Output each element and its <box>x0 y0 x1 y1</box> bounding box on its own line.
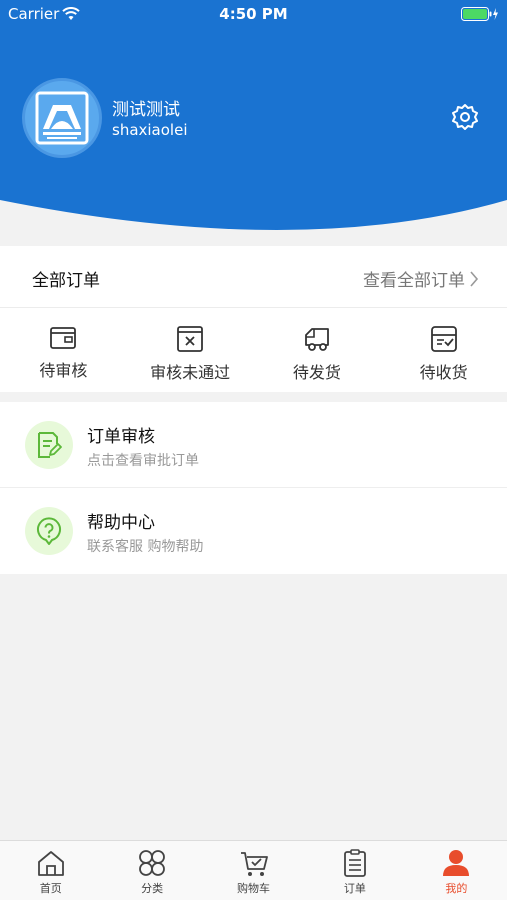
profile-header: Carrier 4:50 PM 测试测试 shaxiaolei <box>0 0 507 250</box>
status-awaiting-receipt[interactable]: 待收货 <box>380 308 507 392</box>
tab-label: 购物车 <box>237 882 271 895</box>
avatar-logo-icon <box>35 91 89 145</box>
status-label: 待发货 <box>292 363 341 382</box>
view-all-orders-link[interactable]: 查看全部订单 <box>363 266 479 291</box>
user-account: shaxiaolei <box>112 121 188 139</box>
menu-subtitle: 联系客服 购物帮助 <box>87 539 204 555</box>
wallet-icon <box>50 327 77 349</box>
menu-item-help-center[interactable]: 帮助中心 联系客服 购物帮助 <box>0 488 507 574</box>
cart-icon <box>240 852 268 876</box>
category-icon <box>139 850 166 876</box>
order-list-icon <box>344 849 366 877</box>
chevron-right-icon <box>470 270 479 287</box>
status-review-rejected[interactable]: 审核未通过 <box>127 308 254 392</box>
menu-item-order-review[interactable]: 订单审核 点击查看审批订单 <box>0 402 507 488</box>
battery-icon <box>461 6 499 25</box>
tab-cart[interactable]: 购物车 <box>203 841 304 900</box>
settings-button[interactable] <box>448 100 482 134</box>
truck-icon <box>304 328 329 351</box>
tab-orders[interactable]: 订单 <box>304 841 405 900</box>
tab-home[interactable]: 首页 <box>0 841 101 900</box>
orders-card: 全部订单 查看全部订单 待审核 审核未通过 待发货 待收货 <box>0 246 507 392</box>
user-name: 测试测试 <box>112 100 180 120</box>
menu-icon-badge <box>25 507 73 555</box>
status-awaiting-shipment[interactable]: 待发货 <box>254 308 381 392</box>
menu-subtitle: 点击查看审批订单 <box>87 453 199 469</box>
tab-bar: 首页 分类 购物车 订单 我的 <box>0 840 507 900</box>
clock: 4:50 PM <box>219 5 288 23</box>
tab-label: 订单 <box>343 882 366 895</box>
status-bar: Carrier 4:50 PM <box>0 0 507 28</box>
help-icon <box>37 517 61 545</box>
tab-label: 首页 <box>39 882 62 895</box>
avatar[interactable] <box>22 78 102 158</box>
tab-label: 我的 <box>445 882 468 895</box>
menu-icon-badge <box>25 421 73 469</box>
view-all-orders-label: 查看全部订单 <box>363 271 465 291</box>
orders-title: 全部订单 <box>32 271 100 291</box>
tab-category[interactable]: 分类 <box>101 841 202 900</box>
order-status-row: 待审核 审核未通过 待发货 待收货 <box>0 308 507 392</box>
home-icon <box>37 851 64 876</box>
rejected-box-icon <box>177 326 204 352</box>
menu-title: 帮助中心 <box>87 513 155 533</box>
tab-mine[interactable]: 我的 <box>406 841 507 900</box>
gear-icon <box>452 104 478 130</box>
orders-header: 全部订单 查看全部订单 <box>0 246 507 308</box>
receive-box-icon <box>430 326 457 352</box>
edit-document-icon <box>38 432 62 458</box>
menu-title: 订单审核 <box>87 427 155 447</box>
user-icon <box>443 850 470 876</box>
menu-list: 订单审核 点击查看审批订单 帮助中心 联系客服 购物帮助 <box>0 402 507 574</box>
status-label: 待收货 <box>419 363 468 382</box>
status-label: 审核未通过 <box>150 363 231 382</box>
tab-label: 分类 <box>141 882 164 895</box>
status-label: 待审核 <box>39 361 88 380</box>
status-pending-review[interactable]: 待审核 <box>0 308 127 392</box>
